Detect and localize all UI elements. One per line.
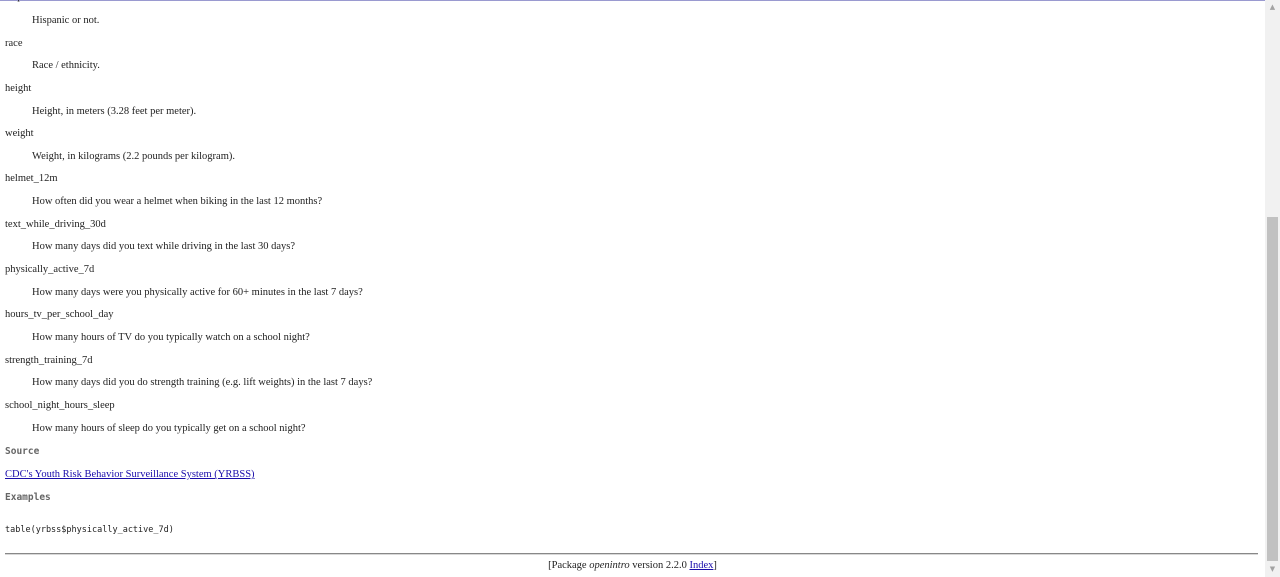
- footer-suffix: ]: [713, 560, 717, 571]
- definition-desc-sleep: How many hours of sleep do you typically…: [32, 423, 306, 434]
- source-link[interactable]: CDC's Youth Risk Behavior Surveillance S…: [5, 469, 255, 480]
- example-code: table(yrbss$physically_active_7d): [5, 525, 174, 535]
- definition-desc-physically-active: How many days were you physically active…: [32, 287, 363, 298]
- footer-package-name: openintro: [589, 560, 630, 571]
- triangle-down-icon[interactable]: ▼: [1265, 562, 1280, 577]
- definition-term-height: height: [5, 83, 32, 94]
- triangle-up-icon[interactable]: ▲: [1265, 0, 1280, 15]
- definition-term-weight: weight: [5, 128, 34, 139]
- definition-desc-height: Height, in meters (3.28 feet per meter).: [32, 106, 197, 117]
- definition-term-helmet: helmet_12m: [5, 173, 58, 184]
- footer-version: version 2.2.0: [629, 560, 690, 571]
- definition-term-sleep: school_night_hours_sleep: [5, 400, 115, 411]
- definition-desc-text-driving: How many days did you text while driving…: [32, 241, 296, 252]
- definition-term-physically-active: physically_active_7d: [5, 264, 95, 275]
- definition-term-strength-training: strength_training_7d: [5, 355, 93, 366]
- section-heading-examples: Examples: [5, 492, 51, 503]
- help-page-content: hispanic Hispanic or not. race Race / et…: [5, 0, 1260, 577]
- definition-term-text-driving: text_while_driving_30d: [5, 219, 106, 230]
- definition-term-hours-tv: hours_tv_per_school_day: [5, 309, 114, 320]
- footer-divider: [5, 553, 1258, 555]
- definition-term-partial: hispanic: [5, 0, 40, 3]
- definition-desc-strength-training: How many days did you do strength traini…: [32, 377, 373, 388]
- index-link[interactable]: Index: [689, 560, 713, 571]
- definition-desc-hours-tv: How many hours of TV do you typically wa…: [32, 332, 310, 343]
- footer-prefix: [Package: [548, 560, 590, 571]
- section-heading-source: Source: [5, 446, 40, 457]
- vertical-scrollbar[interactable]: ▲ ▼: [1265, 0, 1280, 577]
- definition-desc-helmet: How often did you wear a helmet when bik…: [32, 196, 323, 207]
- definition-desc-weight: Weight, in kilograms (2.2 pounds per kil…: [32, 151, 235, 162]
- scrollbar-thumb[interactable]: [1267, 217, 1278, 561]
- definition-desc-hispanic: Hispanic or not.: [32, 15, 100, 26]
- definition-desc-race: Race / ethnicity.: [32, 60, 100, 71]
- page-footer: [Package openintro version 2.2.0 Index]: [5, 560, 1260, 572]
- source-line: CDC's Youth Risk Behavior Surveillance S…: [5, 469, 255, 481]
- definition-term-race: race: [5, 38, 23, 49]
